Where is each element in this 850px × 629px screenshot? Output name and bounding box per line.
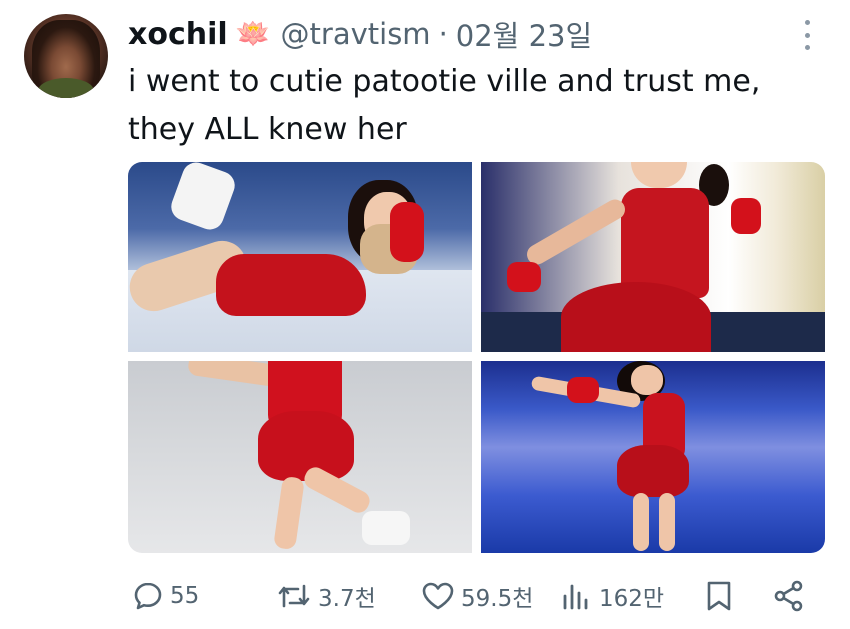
like-count: 59.5천 [461, 586, 534, 612]
tweet-header: xochil 🪷 @travtism · 02월 23일 [128, 14, 592, 54]
retweet-icon [276, 580, 312, 612]
media-photo-3[interactable] [128, 361, 472, 553]
retweet-count: 3.7천 [318, 586, 376, 612]
views-button[interactable]: 162만 [561, 574, 664, 618]
media-grid [128, 162, 825, 553]
bookmark-button[interactable] [704, 574, 734, 618]
author-handle[interactable]: @travtism [281, 17, 431, 51]
media-photo-4[interactable] [481, 361, 825, 553]
share-button[interactable] [773, 574, 805, 618]
reply-count: 55 [170, 583, 200, 609]
retweet-button[interactable]: 3.7천 [276, 574, 376, 618]
avatar[interactable] [24, 14, 108, 98]
share-icon [773, 580, 805, 612]
tweet-date[interactable]: 02월 23일 [456, 13, 592, 55]
avatar-clothing [38, 78, 94, 98]
media-photo-2[interactable] [481, 162, 825, 352]
views-count: 162만 [599, 586, 665, 612]
reply-icon [132, 580, 164, 612]
like-icon [421, 580, 455, 612]
like-button[interactable]: 59.5천 [421, 574, 533, 618]
more-icon[interactable] [801, 20, 813, 50]
reply-button[interactable]: 55 [132, 574, 199, 618]
views-icon [561, 580, 593, 612]
media-photo-1[interactable] [128, 162, 472, 352]
lotus-emoji: 🪷 [235, 17, 271, 50]
tweet-text: i went to cutie patootie ville and trust… [128, 64, 761, 147]
tweet-actions: 55 3.7천 59.5천 162만 [0, 574, 850, 618]
bookmark-icon [704, 580, 734, 612]
header-separator: · [438, 17, 448, 51]
author-name[interactable]: xochil [128, 17, 228, 52]
